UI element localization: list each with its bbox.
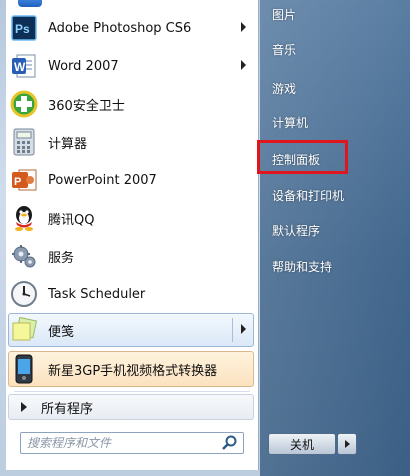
program-item-task-scheduler[interactable]: Task Scheduler xyxy=(10,277,254,311)
right-item-default-programs[interactable]: 默认程序 xyxy=(272,222,320,239)
start-menu: Ps Adobe Photoshop CS6 W Word 2007 360安全… xyxy=(0,0,410,476)
powerpoint-icon: P xyxy=(10,166,38,194)
3gp-converter-row[interactable]: 新星3GP手机视频格式转换器 xyxy=(10,352,254,386)
program-item-photoshop[interactable]: Ps Adobe Photoshop CS6 xyxy=(10,11,254,45)
search-box[interactable] xyxy=(20,432,244,454)
program-label: 服务 xyxy=(48,250,75,266)
submenu-arrow-icon[interactable] xyxy=(241,324,246,334)
phone-video-icon xyxy=(10,354,38,384)
right-item-help-support[interactable]: 帮助和支持 xyxy=(272,258,332,275)
program-label: Word 2007 xyxy=(48,58,119,74)
submenu-arrow-icon[interactable] xyxy=(241,60,246,70)
program-item-services[interactable]: 服务 xyxy=(10,239,254,273)
divider xyxy=(14,391,250,392)
right-item-games[interactable]: 游戏 xyxy=(272,80,296,97)
360-safeguard-icon xyxy=(10,90,38,118)
program-item-360[interactable]: 360安全卫士 xyxy=(10,87,254,121)
calculator-icon xyxy=(10,128,38,156)
right-item-pictures[interactable]: 图片 xyxy=(272,6,296,23)
program-label: 新星3GP手机视频格式转换器 xyxy=(48,363,218,379)
program-label: PowerPoint 2007 xyxy=(48,172,157,188)
program-item-powerpoint[interactable]: P PowerPoint 2007 xyxy=(10,163,254,197)
search-icon[interactable] xyxy=(221,435,239,451)
sticky-notes-row[interactable]: 便笺 xyxy=(10,313,254,347)
all-programs-button[interactable]: 所有程序 xyxy=(8,394,254,420)
submenu-arrow-icon[interactable] xyxy=(241,22,246,32)
svg-text:W: W xyxy=(14,60,26,74)
svg-text:Ps: Ps xyxy=(15,22,30,36)
program-label: 360安全卫士 xyxy=(48,98,125,114)
program-label: 计算器 xyxy=(48,136,88,152)
shutdown-options-arrow-icon[interactable] xyxy=(337,433,357,455)
all-programs-label: 所有程序 xyxy=(41,401,94,417)
program-item-word[interactable]: W Word 2007 xyxy=(10,49,254,83)
right-item-devices-printers[interactable]: 设备和打印机 xyxy=(272,187,344,204)
program-item-qq[interactable]: 腾讯QQ xyxy=(10,201,254,235)
search-input[interactable] xyxy=(21,436,223,450)
sticky-notes-icon xyxy=(10,316,38,344)
right-item-music[interactable]: 音乐 xyxy=(272,41,296,58)
program-label: Adobe Photoshop CS6 xyxy=(48,20,192,36)
program-label: Task Scheduler xyxy=(48,286,146,302)
right-item-computer[interactable]: 计算机 xyxy=(272,114,308,131)
qq-penguin-icon xyxy=(10,204,38,232)
highlight-box xyxy=(257,140,348,174)
partial-icon-top xyxy=(10,0,254,8)
photoshop-icon: Ps xyxy=(10,14,38,42)
expand-triangle-icon xyxy=(21,402,27,412)
services-gear-icon xyxy=(10,242,38,270)
word-icon: W xyxy=(10,52,38,80)
program-item-calculator[interactable]: 计算器 xyxy=(10,125,254,159)
clock-icon xyxy=(10,280,38,308)
svg-text:P: P xyxy=(14,176,21,188)
program-label: 腾讯QQ xyxy=(48,212,95,228)
shutdown-button[interactable]: 关机 xyxy=(268,433,336,455)
program-label: 便笺 xyxy=(48,324,75,340)
